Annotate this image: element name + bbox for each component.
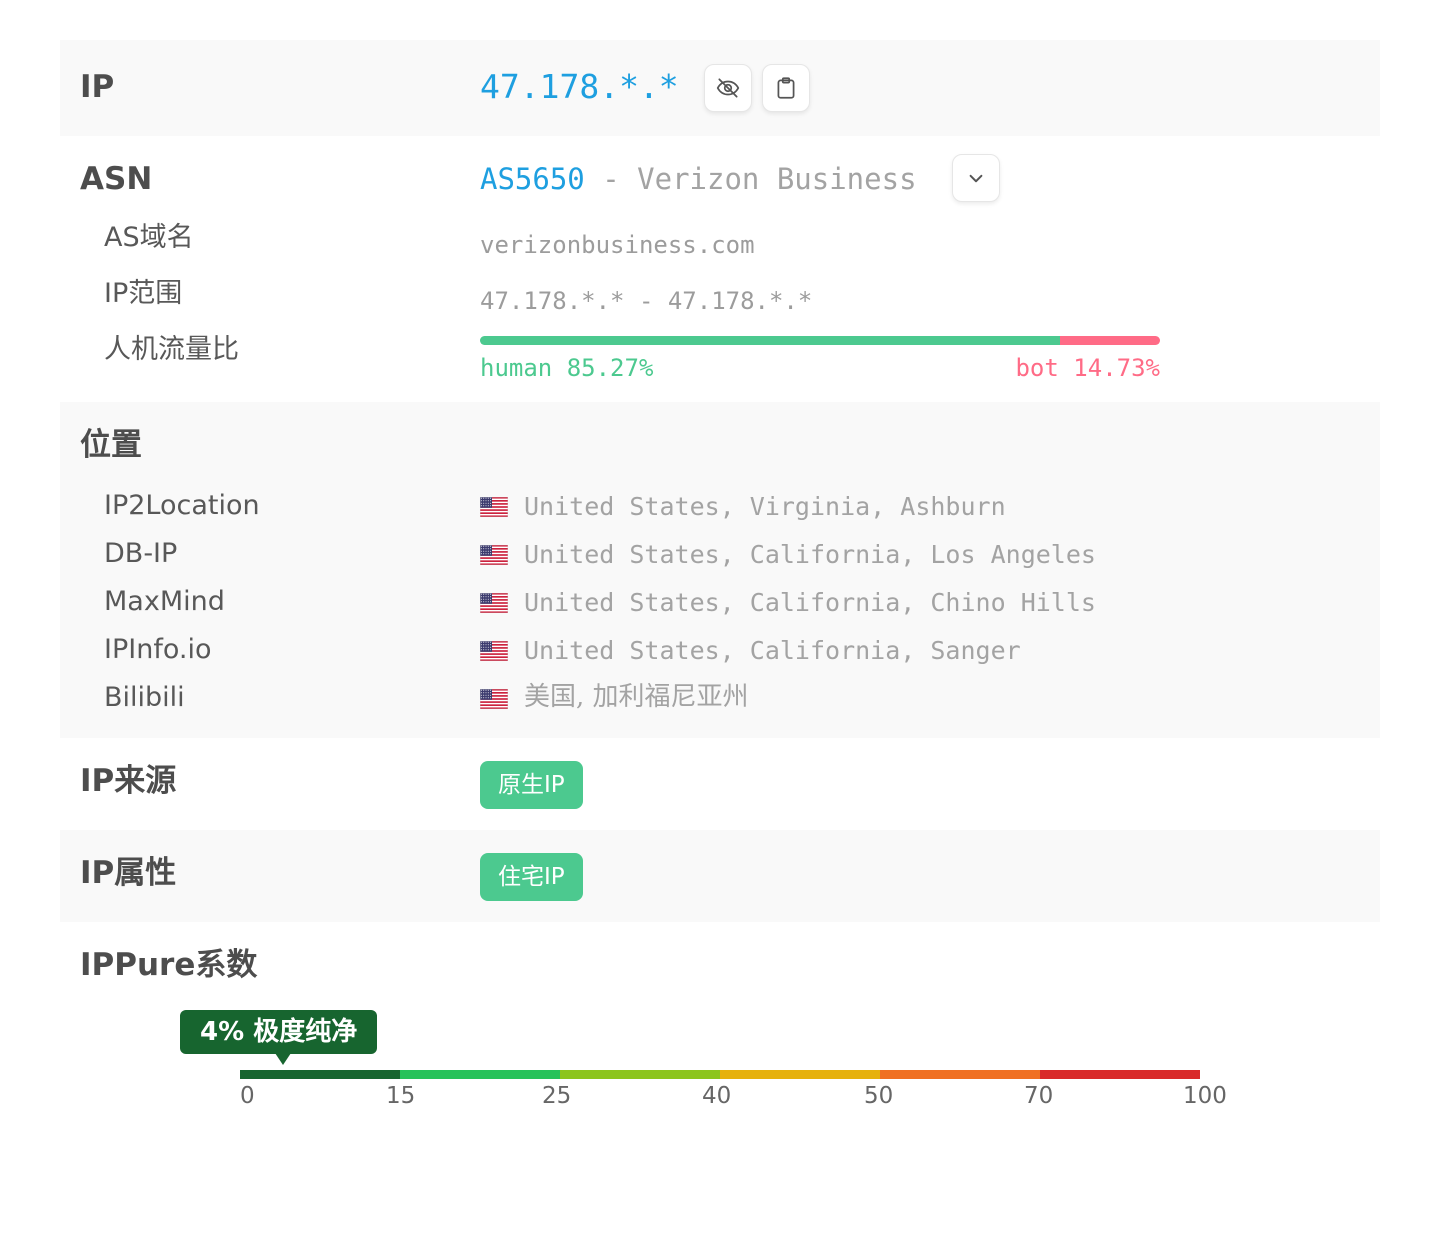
us-flag-icon (479, 544, 509, 566)
location-source-name: MaxMind (104, 586, 225, 617)
purity-tick: 0 (240, 1083, 255, 1109)
us-flag-icon (479, 640, 509, 662)
purity-segment (720, 1070, 880, 1079)
ip-value[interactable]: 47.178.*.* (480, 70, 679, 103)
purity-label: IPPure系数 (80, 947, 258, 983)
asn-expand-button[interactable] (952, 154, 1000, 202)
purity-tick: 70 (1024, 1083, 1054, 1109)
ip-range-value: 47.178.*.* - 47.178.*.* (480, 287, 813, 315)
location-value: United States, Virginia, Ashburn (524, 492, 1006, 521)
asn-label: ASN (80, 161, 153, 197)
ip-source-label: IP来源 (80, 763, 177, 799)
asn-value: AS5650 - Verizon Business (480, 165, 917, 194)
location-value: United States, California, Chino Hills (524, 588, 1096, 617)
location-source-name: Bilibili (104, 682, 185, 713)
purity-tick: 25 (542, 1083, 572, 1109)
location-value: United States, California, Los Angeles (524, 540, 1096, 569)
traffic-ratio-bar (480, 336, 1160, 345)
us-flag-icon (479, 592, 509, 614)
eye-off-icon (716, 78, 740, 98)
human-ratio-text: human 85.27% (480, 354, 653, 382)
native-ip-badge: 原生IP (480, 761, 583, 809)
ip-source-row (60, 738, 1380, 830)
copy-ip-button[interactable] (762, 64, 810, 112)
asn-separator: - (602, 162, 620, 196)
human-value: 85.27% (566, 354, 654, 382)
bot-label: bot (1015, 354, 1059, 382)
bot-ratio-text: bot 14.73% (1015, 354, 1160, 382)
purity-segment (1040, 1070, 1200, 1079)
location-label: 位置 (80, 427, 142, 463)
asn-name: Verizon Business (637, 162, 917, 196)
ip-attribute-label: IP属性 (80, 855, 177, 891)
bot-ratio-fill (1059, 336, 1160, 345)
as-domain-label: AS域名 (104, 222, 194, 253)
location-source-name: DB-IP (104, 538, 178, 569)
purity-segment (240, 1070, 400, 1079)
hide-ip-button[interactable] (704, 64, 752, 112)
traffic-ratio-label: 人机流量比 (104, 334, 239, 365)
purity-segment (560, 1070, 720, 1079)
human-ratio-fill (480, 336, 1060, 345)
purity-scale (240, 1070, 1200, 1079)
purity-tick: 100 (1183, 1083, 1227, 1109)
clipboard-icon (777, 77, 795, 99)
purity-indicator-pointer (275, 1053, 291, 1065)
purity-segment (880, 1070, 1040, 1079)
us-flag-icon (479, 496, 509, 518)
bot-value: 14.73% (1073, 354, 1160, 382)
residential-ip-badge: 住宅IP (480, 853, 583, 901)
purity-tick: 15 (386, 1083, 416, 1109)
as-domain-value: verizonbusiness.com (480, 231, 755, 259)
chevron-down-icon (969, 174, 983, 183)
location-source-name: IP2Location (104, 490, 260, 521)
ip-attribute-row (60, 830, 1380, 922)
us-flag-icon (479, 688, 509, 710)
location-source-name: IPInfo.io (104, 634, 212, 665)
human-label: human (480, 354, 553, 382)
asn-number[interactable]: AS5650 (480, 162, 585, 196)
purity-segment (400, 1070, 560, 1079)
purity-tick: 50 (864, 1083, 894, 1109)
ip-range-label: IP范围 (104, 278, 183, 309)
purity-tick: 40 (702, 1083, 732, 1109)
location-value: United States, California, Sanger (524, 636, 1021, 665)
location-value: 美国, 加利福尼亚州 (524, 682, 749, 712)
purity-indicator: 4% 极度纯净 (180, 1010, 378, 1054)
ip-label: IP (80, 69, 115, 105)
